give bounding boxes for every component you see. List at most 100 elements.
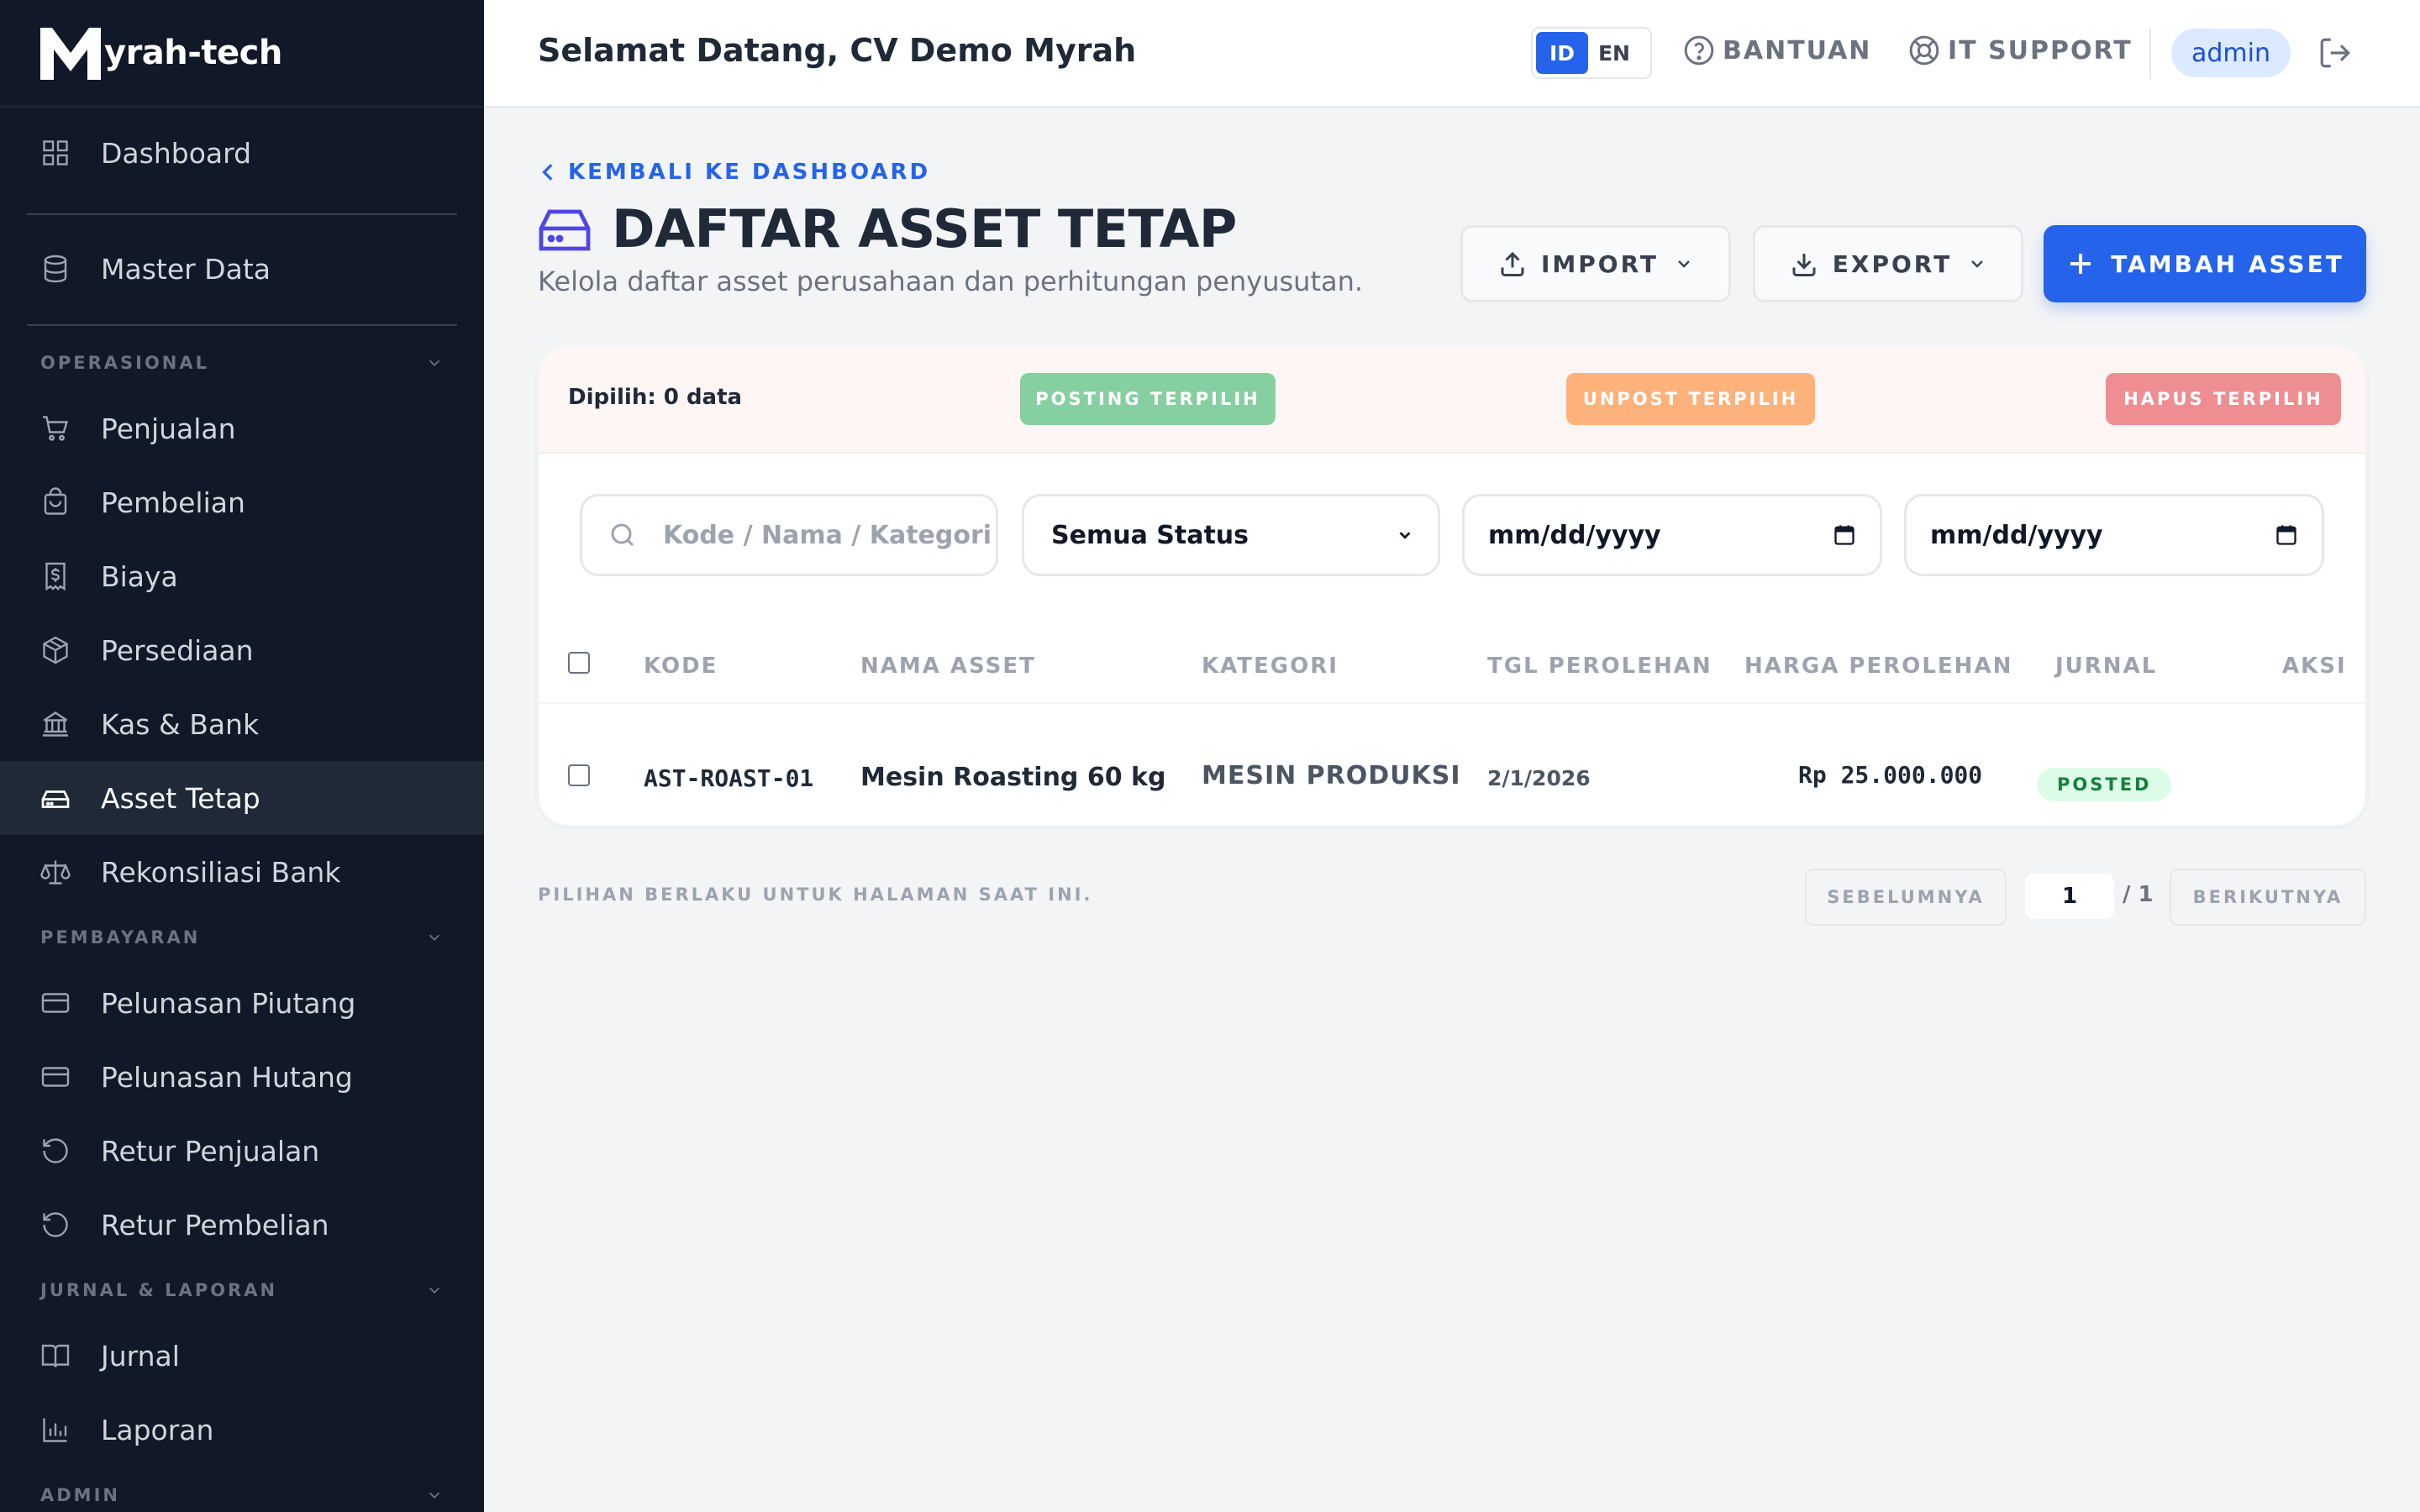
date-to-value: mm/dd/yyyy <box>1930 520 2103 550</box>
sidebar-item-retur-pembelian[interactable]: Retur Pembelian <box>0 1188 484 1262</box>
back-label: KEMBALI KE DASHBOARD <box>568 160 931 185</box>
table-header: KODE NAMA ASSET KATEGORI TGL PEROLEHAN H… <box>539 622 2365 704</box>
rotate-ccw-icon <box>43 1138 68 1163</box>
sidebar-item-dashboard[interactable]: Dashboard <box>0 116 484 190</box>
sidebar-item-master-data[interactable]: Master Data <box>0 232 484 306</box>
add-asset-button[interactable]: TAMBAH ASSET <box>2044 225 2366 302</box>
date-to-input[interactable]: mm/dd/yyyy <box>1904 494 2324 576</box>
status-value: Semua Status <box>1051 520 1249 550</box>
sidebar-item-jurnal[interactable]: Jurnal <box>0 1319 484 1393</box>
sidebar-item-asset-tetap[interactable]: Asset Tetap <box>0 761 484 835</box>
user-badge[interactable]: admin <box>2171 29 2291 77</box>
col-harga-perolehan: HARGA PEROLEHAN <box>1744 654 2013 679</box>
status-select[interactable]: Semua Status <box>1022 494 1440 576</box>
page-total: / 1 <box>2123 882 2154 907</box>
prev-page-button[interactable]: SEBELUMNYA <box>1805 869 2007 926</box>
unpost-selected-button[interactable]: UNPOST TERPILIH <box>1566 373 1815 425</box>
it-support-label: IT SUPPORT <box>1948 35 2133 66</box>
search-icon <box>611 523 634 547</box>
chevron-down-icon <box>429 1492 440 1499</box>
sidebar-item-persediaan[interactable]: Persediaan <box>0 613 484 687</box>
sidebar-item-label: Retur Pembelian <box>101 1208 329 1242</box>
sidebar-item-label: Dashboard <box>101 136 252 170</box>
export-button[interactable]: EXPORT <box>1753 225 2023 302</box>
sidebar-item-pelunasan-hutang[interactable]: Pelunasan Hutang <box>0 1040 484 1114</box>
import-label: IMPORT <box>1540 249 1659 278</box>
post-selected-button[interactable]: POSTING TERPILIH <box>1020 373 1276 425</box>
section-admin[interactable]: ADMIN <box>0 1467 484 1512</box>
next-page-button[interactable]: BERIKUTNYA <box>2170 869 2366 926</box>
row-checkbox[interactable] <box>568 764 590 786</box>
sidebar-item-label: Retur Penjualan <box>101 1134 320 1168</box>
package-icon <box>43 636 68 664</box>
sidebar-item-pembelian[interactable]: Pembelian <box>0 465 484 539</box>
section-label: PEMBAYARAN <box>40 927 201 948</box>
calendar-icon[interactable] <box>2275 523 2298 547</box>
asset-table-card: Dipilih: 0 data POSTING TERPILIH UNPOST … <box>538 344 2366 827</box>
col-nama-asset: NAMA ASSET <box>860 654 1036 679</box>
page-title: DAFTAR ASSET TETAP <box>612 198 1237 260</box>
section-label: OPERASIONAL <box>40 353 210 373</box>
add-asset-label: TAMBAH ASSET <box>2111 249 2344 278</box>
date-from-value: mm/dd/yyyy <box>1488 520 1661 550</box>
credit-card-icon <box>41 993 70 1013</box>
database-icon <box>44 255 67 283</box>
lang-en-button[interactable]: EN <box>1588 32 1640 74</box>
sidebar-item-pelunasan-piutang[interactable]: Pelunasan Piutang <box>0 966 484 1040</box>
cart-icon <box>43 416 69 441</box>
chevron-left-icon <box>542 164 553 181</box>
bank-icon <box>43 711 68 737</box>
chevron-down-icon <box>429 934 440 942</box>
sidebar-item-label: Asset Tetap <box>101 781 260 815</box>
col-aksi: AKSI <box>2282 654 2347 679</box>
sidebar-item-retur-penjualan[interactable]: Retur Penjualan <box>0 1114 484 1188</box>
table-row[interactable]: AST-ROAST-01 Mesin Roasting 60 kg MESIN … <box>539 706 2365 825</box>
sidebar-item-biaya[interactable]: Biaya <box>0 539 484 613</box>
section-label: ADMIN <box>40 1485 120 1505</box>
it-support-link[interactable]: IT SUPPORT <box>1907 34 2133 67</box>
delete-selected-button[interactable]: HAPUS TERPILIH <box>2106 373 2341 425</box>
sidebar-item-label: Jurnal <box>101 1339 180 1373</box>
sidebar-item-label: Pembelian <box>101 486 245 519</box>
lang-id-button[interactable]: ID <box>1536 32 1588 74</box>
sidebar-item-label: Master Data <box>101 252 271 286</box>
help-circle-icon <box>1684 35 1714 66</box>
sidebar-item-rekonsiliasi-bank[interactable]: Rekonsiliasi Bank <box>0 835 484 909</box>
bulk-action-bar: Dipilih: 0 data POSTING TERPILIH UNPOST … <box>539 346 2365 454</box>
search-input[interactable]: Kode / Nama / Kategori <box>580 494 998 576</box>
section-pembayaran[interactable]: PEMBAYARAN <box>0 909 484 966</box>
select-all-checkbox[interactable] <box>568 652 590 674</box>
page-number-input[interactable]: 1 <box>2025 874 2114 919</box>
divider <box>27 213 457 215</box>
sidebar-item-laporan[interactable]: Laporan <box>0 1393 484 1467</box>
selected-count: Dipilih: 0 data <box>568 385 743 410</box>
back-to-dashboard-link[interactable]: KEMBALI KE DASHBOARD <box>538 160 930 185</box>
sidebar-item-penjualan[interactable]: Penjualan <box>0 391 484 465</box>
logo-m-icon <box>40 28 101 80</box>
import-button[interactable]: IMPORT <box>1460 225 1731 302</box>
sidebar-item-label: Biaya <box>101 559 178 593</box>
receipt-dollar-icon <box>45 562 66 591</box>
date-from-input[interactable]: mm/dd/yyyy <box>1462 494 1882 576</box>
asset-category: MESIN PRODUKSI <box>1202 761 1461 790</box>
brand-logo[interactable]: yrah-tech <box>0 0 484 108</box>
logout-icon[interactable] <box>2317 35 2353 71</box>
col-jurnal: JURNAL <box>2055 654 2158 679</box>
plus-icon <box>2070 254 2091 274</box>
dashboard-icon <box>43 140 68 165</box>
page-subtitle: Kelola daftar asset perusahaan dan perhi… <box>538 265 1364 297</box>
asset-code: AST-ROAST-01 <box>644 764 814 792</box>
sidebar-item-label: Penjualan <box>101 412 236 445</box>
section-jurnal-laporan[interactable]: JURNAL & LAPORAN <box>0 1262 484 1319</box>
section-operasional[interactable]: OPERASIONAL <box>0 334 484 391</box>
chevron-down-icon <box>429 1287 440 1294</box>
calendar-icon[interactable] <box>1833 523 1856 547</box>
acquisition-price: Rp 25.000.000 <box>1798 761 1983 789</box>
bar-chart-icon <box>43 1418 67 1442</box>
chevron-down-icon <box>1971 260 1984 268</box>
upload-icon <box>1501 251 1524 276</box>
welcome-text: Selamat Datang, CV Demo Myrah <box>538 32 1137 69</box>
sidebar-item-label: Pelunasan Piutang <box>101 986 356 1020</box>
sidebar-item-kas-bank[interactable]: Kas & Bank <box>0 687 484 761</box>
help-link[interactable]: BANTUAN <box>1682 34 1871 67</box>
